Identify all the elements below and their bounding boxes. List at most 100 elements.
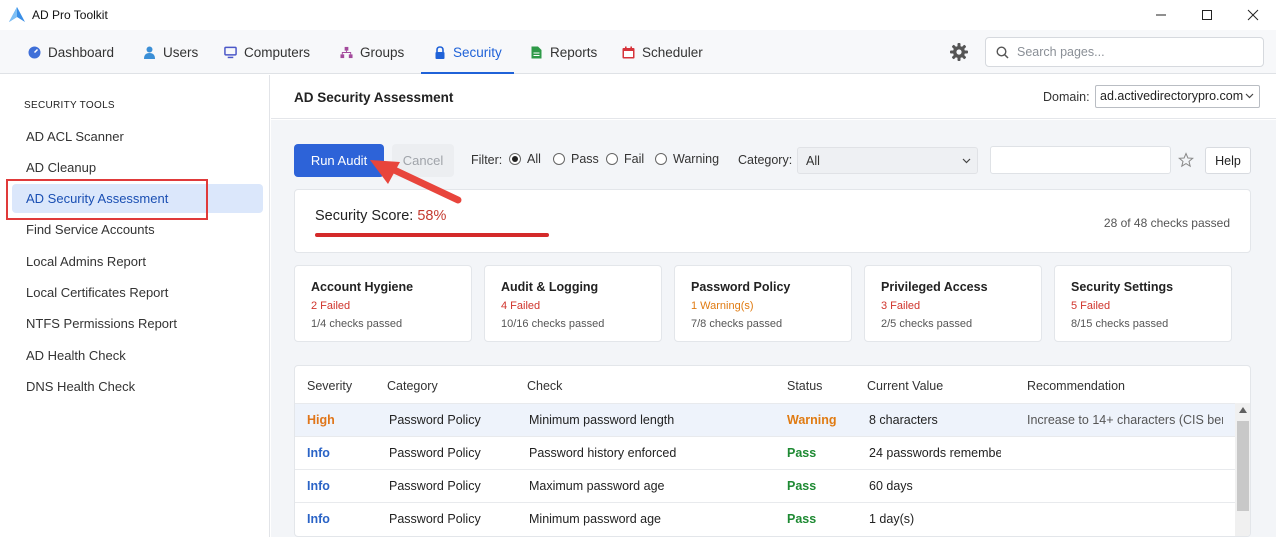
severity-cell: Info bbox=[307, 446, 330, 460]
category-card[interactable]: Account Hygiene 2 Failed 1/4 checks pass… bbox=[294, 265, 472, 342]
category-label: Category: bbox=[738, 153, 793, 167]
column-header[interactable]: Check bbox=[527, 379, 562, 393]
annotation-underline bbox=[315, 233, 549, 237]
tab-scheduler[interactable]: Scheduler bbox=[622, 30, 703, 74]
filter-pass-radio[interactable]: Pass bbox=[553, 152, 599, 166]
minimize-icon bbox=[1156, 14, 1166, 16]
chevron-down-icon bbox=[1245, 93, 1254, 99]
column-header[interactable]: Recommendation bbox=[1027, 379, 1125, 393]
tab-computers[interactable]: Computers bbox=[224, 30, 310, 74]
tab-dashboard[interactable]: Dashboard bbox=[28, 30, 114, 74]
scrollbar-thumb[interactable] bbox=[1237, 421, 1249, 511]
domain-select[interactable]: ad.activedirectorypro.com bbox=[1095, 85, 1260, 108]
highlight-box bbox=[6, 179, 208, 220]
filter-text-input[interactable] bbox=[990, 146, 1171, 174]
sidebar-item-dns-health-check[interactable]: DNS Health Check bbox=[12, 372, 263, 401]
card-title: Privileged Access bbox=[881, 280, 988, 294]
value-cell: 8 characters bbox=[869, 413, 938, 427]
star-icon[interactable] bbox=[1178, 152, 1194, 168]
recommendation-cell: Increase to 14+ characters (CIS benchmar… bbox=[1027, 413, 1223, 427]
card-checks: 8/15 checks passed bbox=[1071, 318, 1169, 330]
dashboard-icon bbox=[28, 46, 41, 59]
radio-icon bbox=[606, 153, 618, 165]
score-label: Security Score: 58% bbox=[315, 208, 446, 224]
sidebar-heading: SECURITY TOOLS bbox=[24, 100, 115, 111]
domain-value: ad.activedirectorypro.com bbox=[1100, 89, 1244, 103]
minimize-button[interactable] bbox=[1138, 0, 1184, 30]
table-row[interactable]: High Password Policy Minimum password le… bbox=[295, 403, 1235, 436]
tab-groups[interactable]: Groups bbox=[340, 30, 404, 74]
card-status: 5 Failed bbox=[1071, 300, 1111, 312]
title-bar: AD Pro Toolkit bbox=[0, 0, 1276, 30]
domain-label: Domain: bbox=[1043, 90, 1090, 104]
status-cell: Pass bbox=[787, 446, 817, 460]
column-header[interactable]: Category bbox=[387, 379, 438, 393]
app-title: AD Pro Toolkit bbox=[32, 8, 108, 22]
sidebar-item-cleanup[interactable]: AD Cleanup bbox=[12, 153, 263, 182]
search-input[interactable] bbox=[1017, 45, 1247, 59]
category-card[interactable]: Privileged Access 3 Failed 2/5 checks pa… bbox=[864, 265, 1042, 342]
card-checks: 2/5 checks passed bbox=[881, 318, 973, 330]
category-cell: Password Policy bbox=[389, 446, 481, 460]
monitor-icon bbox=[224, 46, 237, 59]
tab-users[interactable]: Users bbox=[143, 30, 198, 74]
radio-selected-icon bbox=[509, 153, 521, 165]
category-card[interactable]: Security Settings 5 Failed 8/15 checks p… bbox=[1054, 265, 1232, 342]
tab-label: Scheduler bbox=[642, 44, 703, 60]
search-box[interactable] bbox=[985, 37, 1264, 67]
lock-icon bbox=[433, 45, 446, 59]
page-title: AD Security Assessment bbox=[294, 90, 454, 105]
card-title: Account Hygiene bbox=[311, 280, 414, 294]
value-cell: 24 passwords remembered bbox=[869, 446, 1001, 460]
sidebar-item-health-check[interactable]: AD Health Check bbox=[12, 341, 263, 370]
table-row[interactable]: Info Password Policy Minimum password ag… bbox=[295, 502, 1235, 535]
score-checks: 28 of 48 checks passed bbox=[1103, 216, 1230, 230]
value-cell: 1 day(s) bbox=[869, 512, 915, 526]
maximize-icon bbox=[1202, 10, 1212, 20]
card-status: 4 Failed bbox=[501, 300, 541, 312]
category-select[interactable]: All bbox=[797, 147, 978, 174]
radio-icon bbox=[553, 153, 565, 165]
table-scrollbar[interactable] bbox=[1235, 403, 1250, 536]
card-title: Audit & Logging bbox=[501, 280, 599, 294]
tab-reports[interactable]: Reports bbox=[530, 30, 597, 74]
tab-label: Reports bbox=[550, 44, 598, 60]
radio-label: Pass bbox=[571, 152, 599, 166]
user-icon bbox=[143, 46, 156, 59]
category-cell: Password Policy bbox=[389, 479, 481, 493]
card-status: 3 Failed bbox=[881, 300, 921, 312]
tab-security[interactable]: Security bbox=[421, 30, 514, 74]
status-cell: Warning bbox=[787, 413, 837, 427]
column-header[interactable]: Status bbox=[787, 379, 822, 393]
chevron-up-icon[interactable] bbox=[1239, 407, 1247, 413]
status-cell: Pass bbox=[787, 512, 817, 526]
table-row[interactable]: Info Password Policy Maximum password ag… bbox=[295, 469, 1235, 502]
category-card[interactable]: Audit & Logging 4 Failed 10/16 checks pa… bbox=[484, 265, 662, 342]
document-icon bbox=[530, 46, 543, 59]
column-header[interactable]: Severity bbox=[307, 379, 352, 393]
filter-all-radio[interactable]: All bbox=[509, 152, 541, 166]
column-header[interactable]: Current Value bbox=[867, 379, 943, 393]
help-button[interactable]: Help bbox=[1205, 147, 1251, 174]
severity-cell: Info bbox=[307, 512, 330, 526]
sidebar-item-ntfs-permissions[interactable]: NTFS Permissions Report bbox=[12, 309, 263, 338]
sidebar-item-acl-scanner[interactable]: AD ACL Scanner bbox=[12, 122, 263, 151]
chevron-down-icon bbox=[962, 158, 971, 164]
card-checks: 7/8 checks passed bbox=[691, 318, 783, 330]
close-button[interactable] bbox=[1230, 0, 1276, 30]
card-status: 2 Failed bbox=[311, 300, 351, 312]
filter-warning-radio[interactable]: Warning bbox=[655, 152, 719, 166]
group-icon bbox=[340, 46, 353, 59]
sidebar-item-local-certificates[interactable]: Local Certificates Report bbox=[12, 278, 263, 307]
filter-fail-radio[interactable]: Fail bbox=[606, 152, 644, 166]
category-card[interactable]: Password Policy 1 Warning(s) 7/8 checks … bbox=[674, 265, 852, 342]
check-cell: Minimum password length bbox=[529, 413, 675, 427]
card-checks: 1/4 checks passed bbox=[311, 318, 403, 330]
category-value: All bbox=[806, 154, 820, 168]
sidebar-item-local-admins[interactable]: Local Admins Report bbox=[12, 247, 263, 276]
table-row[interactable]: Info Password Policy Password history en… bbox=[295, 436, 1235, 469]
maximize-button[interactable] bbox=[1184, 0, 1230, 30]
radio-icon bbox=[655, 153, 667, 165]
radio-label: Fail bbox=[624, 152, 645, 166]
gear-icon[interactable] bbox=[948, 41, 970, 63]
